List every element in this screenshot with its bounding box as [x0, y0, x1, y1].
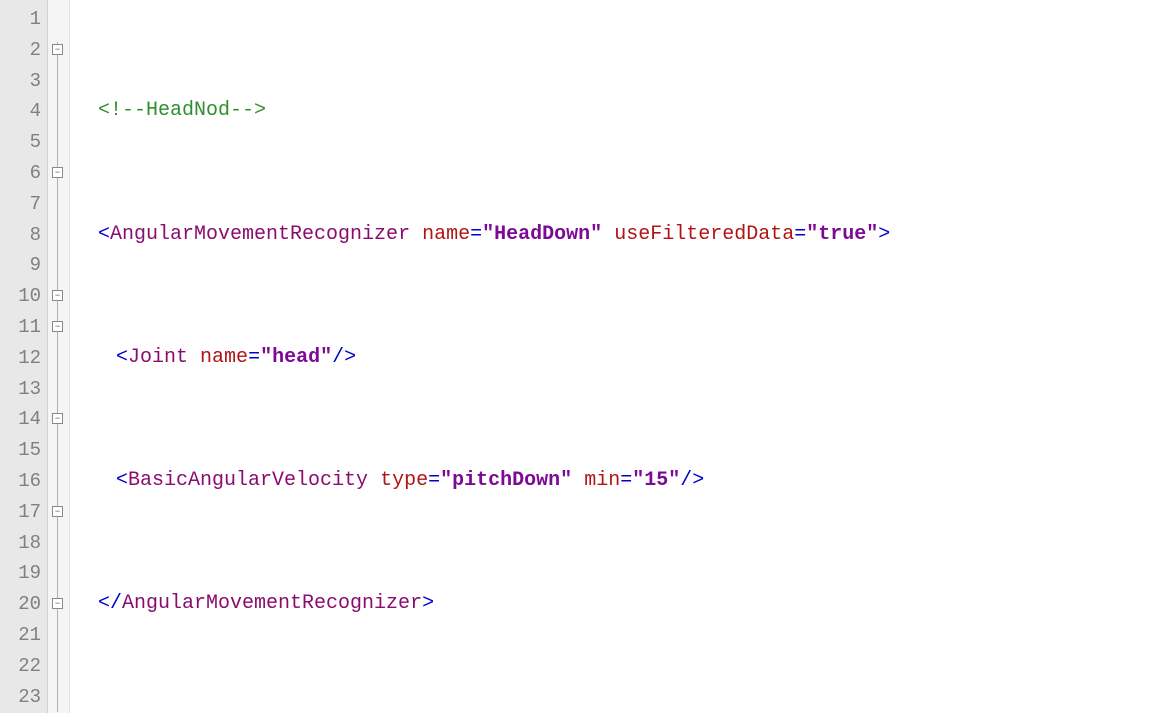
line-number: 13	[0, 374, 41, 405]
line-number: 18	[0, 528, 41, 559]
code-line[interactable]: <!--HeadNod-->	[74, 96, 1157, 127]
code-content[interactable]: <!--HeadNod--> <AngularMovementRecognize…	[70, 0, 1157, 713]
fold-collapse-icon[interactable]: −	[52, 506, 63, 517]
code-line[interactable]: <BasicAngularVelocity type="pitchDown" m…	[74, 466, 1157, 497]
fold-collapse-icon[interactable]: −	[52, 290, 63, 301]
fold-collapse-icon[interactable]: −	[52, 598, 63, 609]
fold-collapse-icon[interactable]: −	[52, 413, 63, 424]
line-number: 5	[0, 127, 41, 158]
line-number: 1	[0, 4, 41, 35]
line-number: 7	[0, 189, 41, 220]
line-number: 21	[0, 620, 41, 651]
line-number: 2	[0, 35, 41, 66]
line-number: 8	[0, 220, 41, 251]
line-number-gutter: 1 2 3 4 5 6 7 8 9 10 11 12 13 14 15 16 1…	[0, 0, 48, 713]
code-editor[interactable]: 1 2 3 4 5 6 7 8 9 10 11 12 13 14 15 16 1…	[0, 0, 1157, 713]
code-line[interactable]: </AngularMovementRecognizer>	[74, 589, 1157, 620]
line-number: 9	[0, 250, 41, 281]
line-number: 10	[0, 281, 41, 312]
line-number: 11	[0, 312, 41, 343]
line-number: 12	[0, 343, 41, 374]
fold-collapse-icon[interactable]: −	[52, 321, 63, 332]
line-number: 19	[0, 558, 41, 589]
line-number: 3	[0, 66, 41, 97]
line-number: 15	[0, 435, 41, 466]
line-number: 6	[0, 158, 41, 189]
code-line[interactable]: <Joint name="head"/>	[74, 343, 1157, 374]
fold-collapse-icon[interactable]: −	[52, 167, 63, 178]
line-number: 4	[0, 96, 41, 127]
code-line[interactable]: <AngularMovementRecognizer name="HeadDow…	[74, 220, 1157, 251]
fold-collapse-icon[interactable]: −	[52, 44, 63, 55]
line-number: 14	[0, 404, 41, 435]
line-number: 16	[0, 466, 41, 497]
line-number: 17	[0, 497, 41, 528]
fold-gutter: − − − − − − −	[48, 0, 70, 713]
line-number: 23	[0, 682, 41, 713]
line-number: 22	[0, 651, 41, 682]
line-number: 20	[0, 589, 41, 620]
